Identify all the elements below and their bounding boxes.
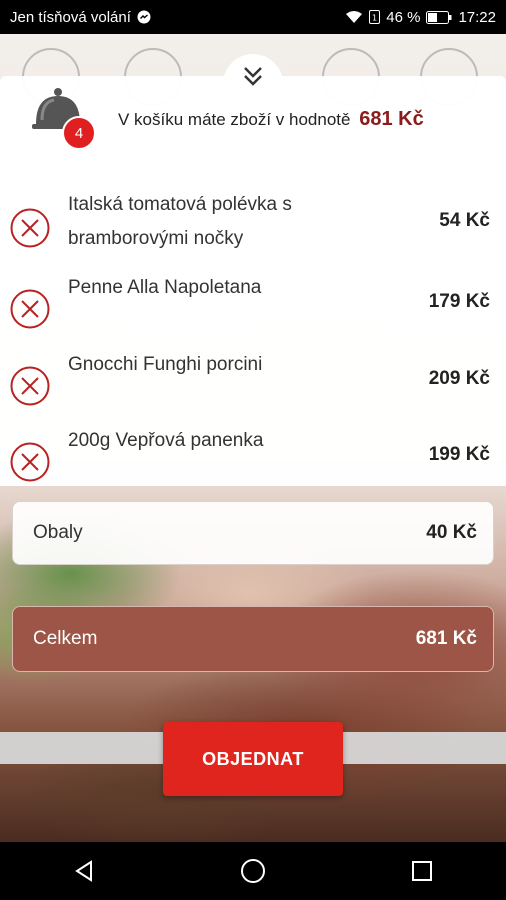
home-button[interactable]	[223, 851, 283, 891]
clock: 17:22	[458, 8, 496, 26]
cart-item: Penne Alla Napoletana 179 Kč	[0, 271, 506, 341]
cart-summary-label: V košíku máte zboží v hodnotě	[118, 110, 351, 129]
item-name: Gnocchi Funghi porcini	[68, 354, 263, 375]
battery-icon	[426, 10, 452, 24]
order-button[interactable]: OBJEDNAT	[163, 722, 343, 796]
messenger-icon	[137, 10, 151, 24]
carrier-text: Jen tísňová volání	[10, 8, 131, 26]
svg-text:1: 1	[372, 14, 377, 23]
remove-circle-icon	[10, 442, 50, 482]
status-left: Jen tísňová volání	[10, 9, 151, 26]
remove-circle-icon	[10, 289, 50, 329]
cart-item: Gnocchi Funghi porcini 209 Kč	[0, 348, 506, 418]
back-button[interactable]	[54, 851, 114, 891]
item-name: 200g Vepřová panenka	[68, 430, 264, 451]
item-price: 199 Kč	[428, 444, 490, 465]
item-name: Italská tomatová polévka s bramborovými …	[68, 194, 292, 249]
home-circle-icon	[240, 859, 265, 883]
back-triangle-icon	[75, 860, 93, 882]
navigation-bar	[0, 842, 506, 900]
item-name: Penne Alla Napoletana	[68, 277, 262, 298]
remove-circle-icon	[10, 366, 50, 406]
sim-icon: 1	[369, 10, 381, 24]
cart-summary: 4 V košíku máte zboží v hodnotě 681 Kč	[32, 86, 492, 150]
total-label: Celkem	[33, 628, 98, 649]
app-area: 4 V košíku máte zboží v hodnotě 681 Kč I…	[0, 34, 506, 842]
remove-item-button[interactable]	[10, 442, 50, 482]
remove-item-button[interactable]	[10, 208, 50, 248]
recents-button[interactable]	[392, 851, 452, 891]
total-row: Celkem 681 Kč	[12, 606, 494, 672]
cart-summary-text: V košíku máte zboží v hodnotě 681 Kč	[118, 108, 424, 131]
cart-item: Italská tomatová polévka s bramborovými …	[0, 184, 506, 264]
battery-percent: 46 %	[386, 8, 421, 26]
cart-count-badge: 4	[62, 116, 96, 150]
cart-panel: 4 V košíku máte zboží v hodnotě 681 Kč I…	[0, 54, 506, 486]
recents-square-icon	[411, 861, 432, 881]
status-right: 1 46 % 17:22	[345, 9, 496, 26]
cart-summary-total: 681 Kč	[359, 108, 424, 130]
cart-item: 200g Vepřová panenka 199 Kč	[0, 424, 506, 486]
status-bar: Jen tísňová volání 1 46 % 17:22	[0, 0, 506, 34]
remove-circle-icon	[10, 208, 50, 248]
total-price: 681 Kč	[415, 628, 477, 649]
packaging-label: Obaly	[33, 522, 83, 543]
remove-item-button[interactable]	[10, 289, 50, 329]
remove-item-button[interactable]	[10, 366, 50, 406]
item-price: 54 Kč	[439, 210, 490, 231]
wifi-icon	[345, 10, 363, 24]
item-price: 209 Kč	[428, 368, 490, 389]
item-price: 179 Kč	[428, 291, 490, 312]
packaging-row: Obaly 40 Kč	[12, 501, 494, 565]
packaging-price: 40 Kč	[426, 522, 477, 543]
